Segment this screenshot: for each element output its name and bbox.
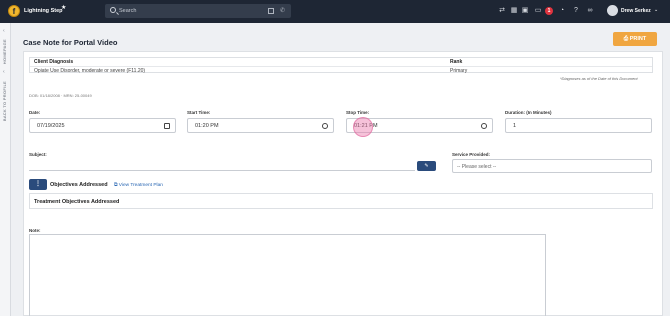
left-rail: ‹ HOMEPAGE ‹ BACK TO PROFILE	[0, 23, 11, 316]
case-note-card: Client Diagnosis Rank Opiate Use Disorde…	[23, 51, 663, 316]
view-treatment-plan-link[interactable]: ⧉ View Treatment Plan	[114, 182, 163, 188]
client-meta: DOB: 01/18/2008 · MRN: 25-00049	[29, 93, 92, 98]
rail-back-to-profile[interactable]: BACK TO PROFILE	[2, 81, 7, 121]
user-name[interactable]: Drew Serkez	[621, 8, 651, 14]
objectives-label: Objectives Addressed	[50, 182, 108, 188]
start-time-field[interactable]: 01:20 PM	[187, 118, 334, 133]
id-card-icon[interactable]	[268, 8, 274, 14]
search-bar[interactable]: Search ✆	[105, 4, 291, 18]
help-icon[interactable]: ?	[572, 7, 580, 15]
diagnosis-header: Client Diagnosis	[34, 59, 74, 65]
treatment-objectives-title: Treatment Objectives Addressed	[34, 199, 120, 205]
rank-header: Rank	[450, 59, 463, 65]
divider	[30, 66, 652, 67]
clock-icon[interactable]	[481, 123, 487, 129]
app-name: Lightning Step	[24, 8, 63, 14]
notification-badge[interactable]: 1	[545, 7, 553, 15]
favorite-star-icon[interactable]: ★	[61, 4, 66, 11]
top-navbar: f Lightning Step ★ Search ✆ ⇄ ▦ ▣ ▭ 1 ◔ …	[0, 0, 670, 23]
avatar[interactable]	[607, 5, 618, 16]
click-highlight	[353, 117, 373, 137]
grid-icon[interactable]: ▣	[521, 7, 529, 15]
clock-icon[interactable]	[322, 123, 328, 129]
duration-field[interactable]: 1	[505, 118, 652, 133]
chevron-down-icon[interactable]: ⌄	[654, 7, 658, 13]
phone-icon[interactable]: ✆	[280, 7, 285, 14]
chevron-left-icon[interactable]: ‹	[3, 28, 5, 34]
treatment-objectives-box: Treatment Objectives Addressed	[29, 193, 653, 209]
date-label: Date:	[29, 110, 41, 115]
subject-input[interactable]	[29, 159, 415, 171]
diagnosis-table: Client Diagnosis Rank Opiate Use Disorde…	[29, 57, 653, 74]
link-icon[interactable]: ∞	[586, 7, 594, 15]
print-button[interactable]: ⎙ PRINT	[613, 32, 657, 46]
bell-icon[interactable]: ◔	[558, 7, 566, 15]
rail-homepage[interactable]: HOMEPAGE	[2, 39, 7, 64]
objectives-menu-button[interactable]: ⋮	[29, 179, 47, 190]
note-label: Note:	[29, 228, 41, 233]
chat-icon[interactable]: ▭	[534, 7, 542, 15]
diagnosis-value: Opiate Use Disorder, moderate or severe …	[34, 68, 146, 74]
search-icon	[110, 7, 116, 13]
calendar-icon[interactable]: ▦	[510, 7, 518, 15]
note-editor[interactable]	[29, 234, 546, 316]
rank-value: Primary	[450, 68, 468, 74]
diagnosis-note: *Diagnoses as of the Date of this Docume…	[560, 76, 638, 81]
stop-time-label: Stop Time:	[346, 110, 370, 115]
edit-subject-button[interactable]: ✎	[417, 161, 436, 171]
start-time-label: Start Time:	[187, 110, 211, 115]
chevron-left-icon[interactable]: ‹	[3, 69, 5, 75]
app-logo[interactable]: f	[8, 5, 20, 17]
calendar-icon[interactable]	[164, 123, 170, 129]
service-select[interactable]: -- Please select --	[452, 159, 652, 173]
subject-label: Subject:	[29, 152, 47, 157]
duration-label: Duration: (In Minutes)	[505, 110, 552, 115]
search-input[interactable]: Search	[119, 8, 136, 14]
date-field[interactable]: 07/19/2025	[29, 118, 176, 133]
page-title: Case Note for Portal Video	[23, 38, 118, 47]
service-label: Service Provided:	[452, 152, 491, 157]
refresh-icon[interactable]: ⇄	[498, 7, 506, 15]
